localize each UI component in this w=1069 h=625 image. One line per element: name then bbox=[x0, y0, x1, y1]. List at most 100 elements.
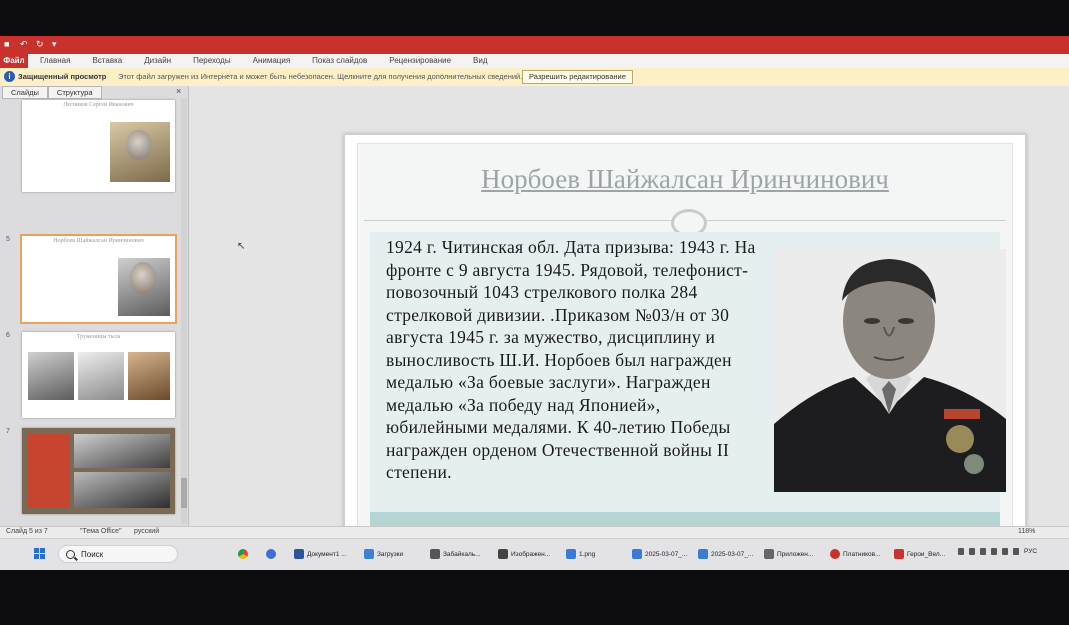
tab-animations[interactable]: Анимация bbox=[253, 56, 291, 65]
protected-view-bar: i Защищенный просмотр Этот файл загружен… bbox=[0, 68, 1069, 87]
tab-view[interactable]: Вид bbox=[473, 56, 487, 65]
thumbnail-title: Труженицы тыла bbox=[76, 334, 121, 340]
taskbar-app[interactable]: Забайкаль... bbox=[430, 545, 481, 563]
taskbar-app-label: Приложен... bbox=[777, 550, 814, 558]
slide-counter: Слайд 5 из 7 bbox=[6, 528, 48, 535]
slides-pane: Слайды Структура × Лесников Сергей Ивано… bbox=[0, 86, 189, 526]
tab-design[interactable]: Дизайн bbox=[144, 56, 171, 65]
search-label: Поиск bbox=[81, 550, 104, 559]
taskbar-app[interactable]: 1.png bbox=[566, 545, 595, 563]
image-icon bbox=[632, 549, 642, 559]
tab-transitions[interactable]: Переходы bbox=[193, 56, 231, 65]
tab-slides[interactable]: Слайды bbox=[2, 86, 48, 99]
mouse-cursor-icon: ↖ bbox=[237, 241, 246, 252]
tray-icon[interactable] bbox=[969, 548, 975, 555]
info-icon: i bbox=[4, 71, 15, 82]
slide-number: 5 bbox=[6, 236, 10, 243]
taskbar-app-label: Загрузки bbox=[377, 550, 404, 558]
tray-icon[interactable] bbox=[958, 548, 964, 555]
slide-title[interactable]: Норбоев Шайжалсан Иринчинович bbox=[358, 164, 1012, 195]
tab-insert[interactable]: Вставка bbox=[92, 56, 122, 65]
thumbnail-title: Норбоев Шайжалсан Иринчинович bbox=[53, 238, 144, 244]
title-bar: ■ ↶ ↻ ▾ bbox=[0, 36, 1069, 54]
thumbnail-photo bbox=[128, 352, 170, 400]
slides-pane-scrollbar[interactable] bbox=[181, 98, 187, 524]
thumbnail-photo bbox=[78, 352, 124, 400]
download-icon bbox=[364, 549, 374, 559]
input-language[interactable]: РУС bbox=[1024, 548, 1037, 555]
taskbar-app[interactable]: 2025-03-07_... bbox=[698, 545, 753, 563]
taskbar-app-generic[interactable] bbox=[266, 545, 276, 563]
slide-thumbnail-7[interactable] bbox=[22, 428, 175, 514]
tray-icon[interactable] bbox=[991, 548, 997, 555]
search-icon bbox=[66, 550, 75, 559]
slide-body-text[interactable]: 1924 г. Читинская обл. Дата призыва: 194… bbox=[386, 236, 766, 484]
zoom-level[interactable]: 118% bbox=[1018, 528, 1035, 535]
slide-thumbnail-6[interactable]: Труженицы тыла bbox=[22, 332, 175, 418]
chevron-down-icon[interactable]: ▾ bbox=[52, 39, 62, 49]
volume-icon[interactable] bbox=[1013, 548, 1019, 555]
taskbar-app[interactable]: Изображен... bbox=[498, 545, 550, 563]
save-icon[interactable]: ■ bbox=[4, 39, 14, 49]
taskbar-app-label: Платников... bbox=[843, 550, 881, 558]
image-icon bbox=[698, 549, 708, 559]
theme-name: "Тема Office" bbox=[80, 528, 122, 535]
close-icon[interactable]: × bbox=[176, 86, 181, 96]
slide-thumbnail-5[interactable]: Норбоев Шайжалсан Иринчинович bbox=[20, 234, 177, 324]
window-icon bbox=[430, 549, 440, 559]
system-tray: РУС bbox=[958, 548, 1037, 555]
tab-review[interactable]: Рецензирование bbox=[389, 56, 451, 65]
protected-view-title: Защищенный просмотр bbox=[18, 72, 107, 81]
thumbnail-photo bbox=[28, 352, 74, 400]
thumbnail-red-block bbox=[28, 434, 70, 508]
scrollbar-thumb[interactable] bbox=[181, 478, 187, 508]
thumbnail-face bbox=[126, 130, 152, 160]
taskbar-app[interactable]: Герои_Вел... bbox=[894, 545, 945, 563]
taskbar-app[interactable]: 2025-03-07_... bbox=[632, 545, 687, 563]
taskbar-app[interactable]: Приложен... bbox=[764, 545, 813, 563]
slide-number: 6 bbox=[6, 332, 10, 339]
taskbar-search[interactable]: Поиск bbox=[58, 545, 178, 563]
taskbar-app-label: 1.png bbox=[579, 550, 596, 558]
ribbon-tabs: Файл Главная Вставка Дизайн Переходы Ани… bbox=[0, 54, 1069, 69]
tray-icon[interactable] bbox=[980, 548, 986, 555]
thumbnail-face bbox=[130, 262, 156, 294]
language-indicator[interactable]: русский bbox=[134, 528, 159, 535]
thumbnail-photo bbox=[74, 472, 170, 508]
taskbar-app[interactable]: Загрузки bbox=[364, 545, 403, 563]
redo-icon[interactable]: ↻ bbox=[36, 39, 46, 49]
taskbar-app-label: Изображен... bbox=[511, 550, 551, 558]
wifi-icon[interactable] bbox=[1002, 548, 1008, 555]
thumbnail-title: Лесников Сергей Иванович bbox=[63, 102, 134, 108]
slide-frame: Норбоев Шайжалсан Иринчинович 1924 г. Чи… bbox=[357, 143, 1013, 537]
screen: ■ ↶ ↻ ▾ Файл Главная Вставка Дизайн Пере… bbox=[0, 36, 1069, 570]
current-slide[interactable]: Норбоев Шайжалсан Иринчинович 1924 г. Чи… bbox=[344, 134, 1026, 546]
window-icon bbox=[498, 549, 508, 559]
tab-slideshow[interactable]: Показ слайдов bbox=[312, 56, 367, 65]
taskbar-app-label: Документ1 ... bbox=[307, 550, 347, 558]
taskbar-app-label: Забайкаль... bbox=[443, 550, 481, 558]
enable-editing-button[interactable]: Разрешить редактирование bbox=[522, 70, 633, 84]
chrome-icon bbox=[238, 549, 248, 559]
taskbar-app[interactable]: Документ1 ... bbox=[294, 545, 347, 563]
protected-view-message[interactable]: Этот файл загружен из Интернета и может … bbox=[118, 72, 522, 81]
taskbar-app-chrome[interactable] bbox=[238, 545, 248, 563]
portrait-image bbox=[774, 249, 1006, 492]
image-icon bbox=[566, 549, 576, 559]
start-button[interactable] bbox=[34, 548, 46, 560]
quick-access-toolbar: ■ ↶ ↻ ▾ bbox=[4, 39, 62, 49]
thumbnail-photo bbox=[74, 434, 170, 468]
powerpoint-icon bbox=[894, 549, 904, 559]
tab-file[interactable]: Файл bbox=[0, 54, 28, 68]
windows-taskbar: Поиск Документ1 ... Загрузки Забайкаль..… bbox=[0, 538, 1069, 570]
undo-icon[interactable]: ↶ bbox=[20, 39, 30, 49]
taskbar-app[interactable]: Платников... bbox=[830, 545, 881, 563]
portrait-photo[interactable] bbox=[774, 249, 1006, 492]
taskbar-app-label: Герои_Вел... bbox=[907, 550, 946, 558]
app-icon bbox=[266, 549, 276, 559]
slide-thumbnail-4[interactable]: Лесников Сергей Иванович bbox=[22, 100, 175, 192]
taskbar-app-label: 2025-03-07_... bbox=[645, 550, 688, 558]
tab-outline[interactable]: Структура bbox=[47, 86, 102, 99]
tab-home[interactable]: Главная bbox=[40, 56, 70, 65]
app-icon bbox=[830, 549, 840, 559]
